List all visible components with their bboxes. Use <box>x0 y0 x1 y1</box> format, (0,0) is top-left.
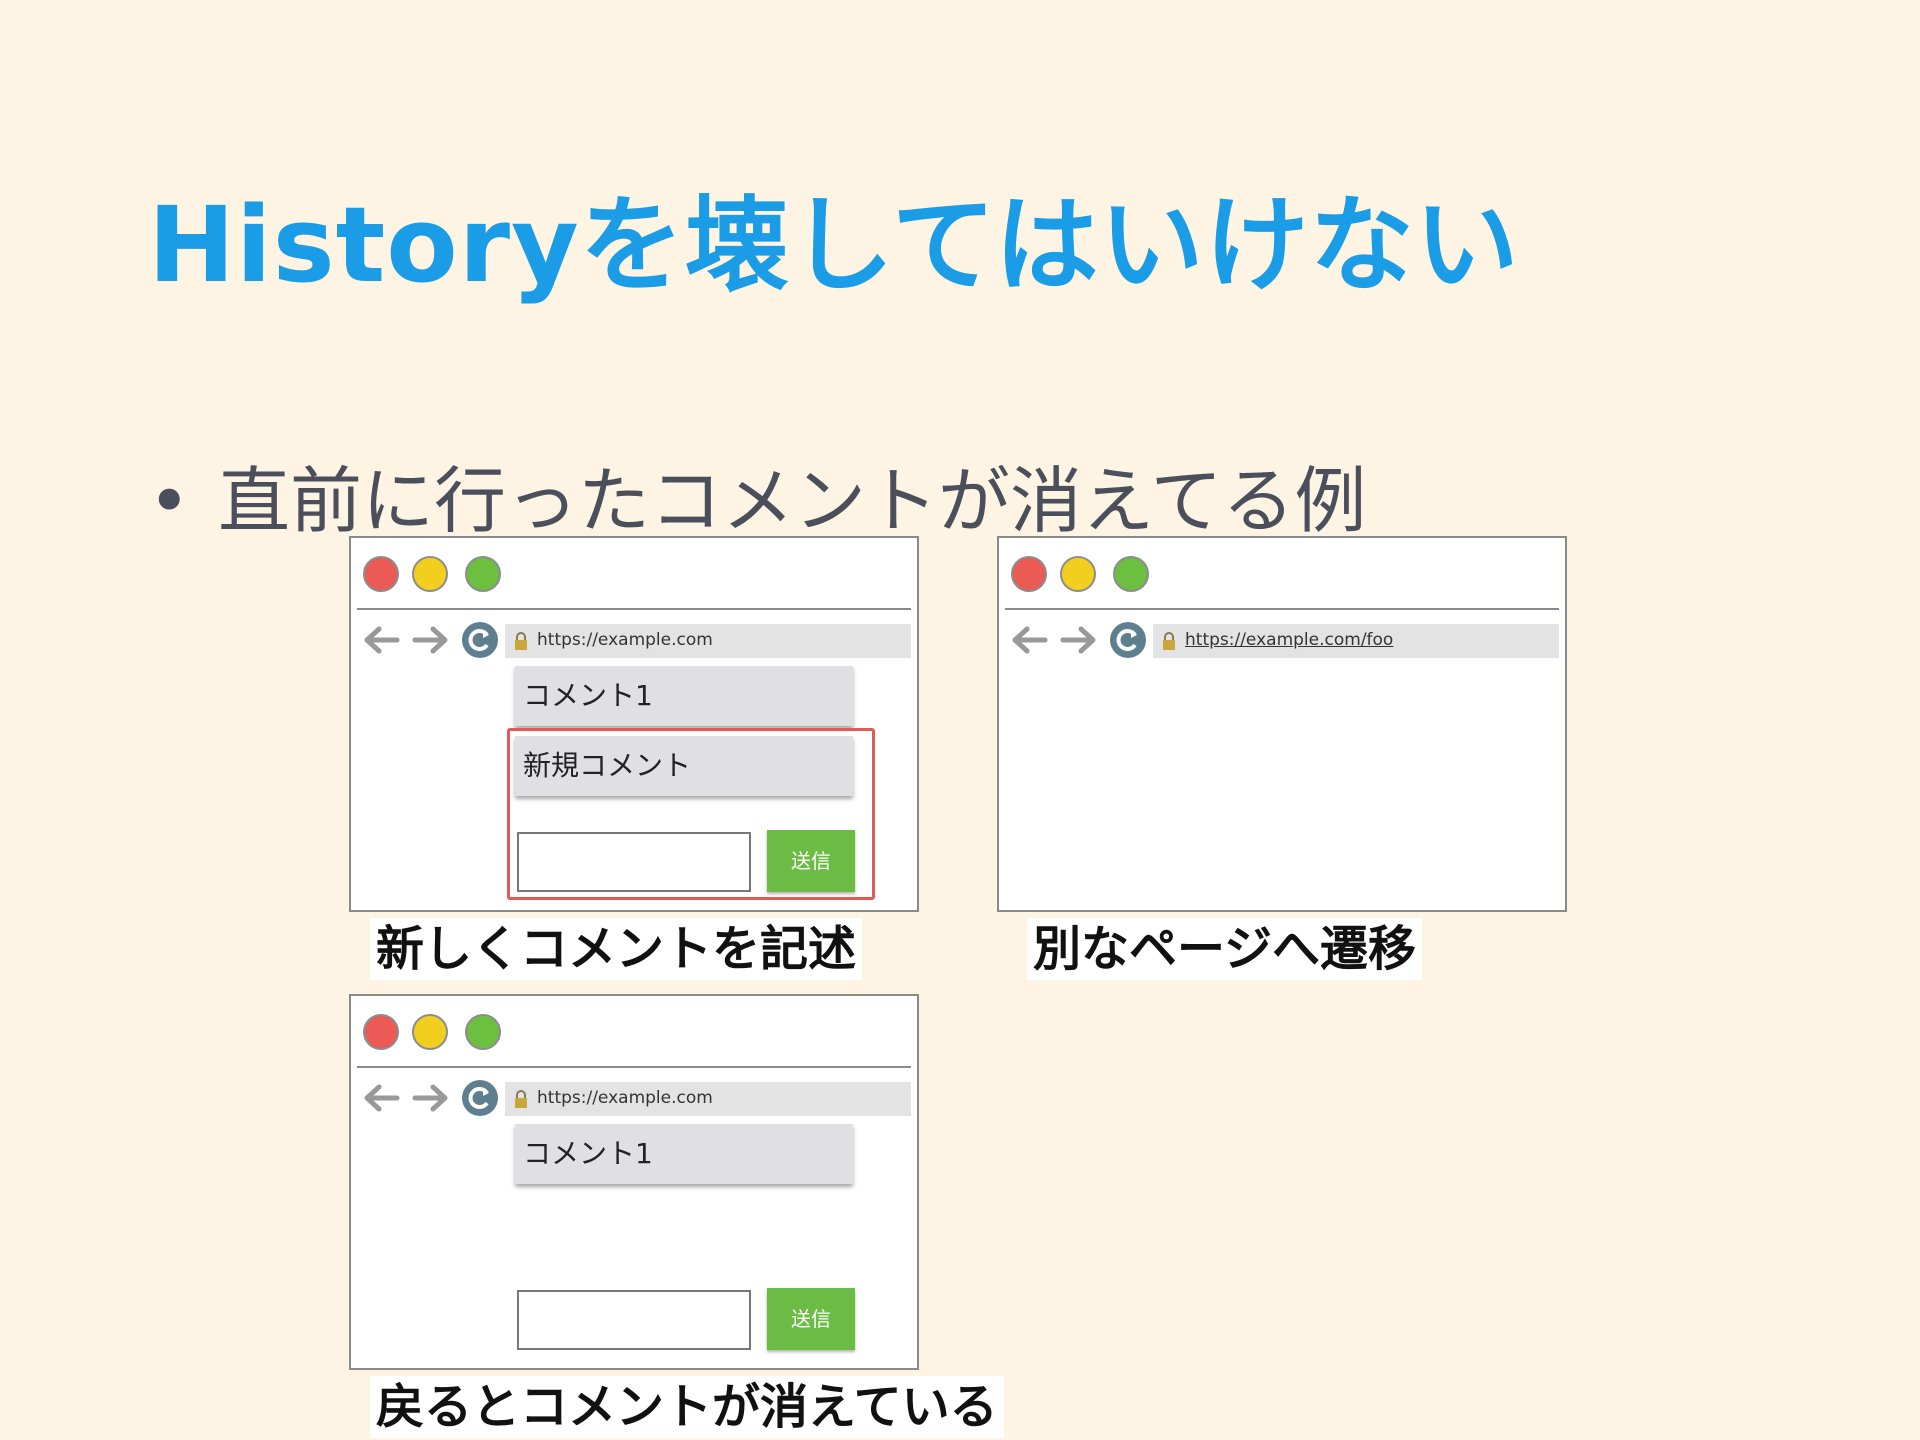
browser-window-other-page: https://example.com/foo <box>997 536 1567 912</box>
bullet-item: • 直前に行ったコメントが消えてる例 <box>148 442 1366 547</box>
slide-title: Historyを壊してはいけない <box>148 184 1520 306</box>
minimize-light-icon[interactable] <box>412 1014 448 1050</box>
url-text: https://example.com <box>537 630 713 650</box>
browser-window-new-comment: https://example.com コメント1 新規コメント 送信 <box>349 536 919 912</box>
divider <box>357 1066 911 1068</box>
nav-bar: https://example.com/foo <box>1009 618 1559 662</box>
maximize-light-icon[interactable] <box>1113 556 1149 592</box>
bullet-dot: • <box>148 459 191 543</box>
address-bar[interactable]: https://example.com <box>505 624 911 658</box>
close-light-icon[interactable] <box>1011 556 1047 592</box>
nav-bar: https://example.com <box>361 618 911 662</box>
browser-window-after-back: https://example.com コメント1 送信 <box>349 994 919 1370</box>
caption-comment-lost: 戻るとコメントが消えている <box>370 1376 1004 1438</box>
comment-item: コメント1 <box>515 666 853 726</box>
close-light-icon[interactable] <box>363 556 399 592</box>
reload-icon[interactable] <box>1109 621 1147 659</box>
send-button[interactable]: 送信 <box>767 830 855 892</box>
minimize-light-icon[interactable] <box>412 556 448 592</box>
minimize-light-icon[interactable] <box>1060 556 1096 592</box>
forward-arrow-icon[interactable] <box>411 622 451 658</box>
url-text: https://example.com <box>537 1088 713 1108</box>
divider <box>1005 608 1559 610</box>
lock-icon <box>1163 632 1175 650</box>
back-arrow-icon[interactable] <box>1009 622 1049 658</box>
back-arrow-icon[interactable] <box>361 1080 401 1116</box>
address-bar[interactable]: https://example.com/foo <box>1153 624 1559 658</box>
reload-icon[interactable] <box>461 1079 499 1117</box>
caption-navigate: 別なページへ遷移 <box>1027 918 1423 980</box>
lock-icon <box>515 632 527 650</box>
forward-arrow-icon[interactable] <box>1059 622 1099 658</box>
send-button[interactable]: 送信 <box>767 1288 855 1350</box>
caption-new-comment: 新しくコメントを記述 <box>370 918 863 980</box>
comment-input[interactable] <box>517 1290 751 1350</box>
close-light-icon[interactable] <box>363 1014 399 1050</box>
comment-input[interactable] <box>517 832 751 892</box>
address-bar[interactable]: https://example.com <box>505 1082 911 1116</box>
maximize-light-icon[interactable] <box>465 1014 501 1050</box>
maximize-light-icon[interactable] <box>465 556 501 592</box>
nav-bar: https://example.com <box>361 1076 911 1120</box>
back-arrow-icon[interactable] <box>361 622 401 658</box>
comment-item: コメント1 <box>515 1124 853 1184</box>
forward-arrow-icon[interactable] <box>411 1080 451 1116</box>
lock-icon <box>515 1090 527 1108</box>
url-text: https://example.com/foo <box>1185 630 1394 650</box>
divider <box>357 608 911 610</box>
reload-icon[interactable] <box>461 621 499 659</box>
bullet-text: 直前に行ったコメントが消えてる例 <box>218 459 1367 543</box>
